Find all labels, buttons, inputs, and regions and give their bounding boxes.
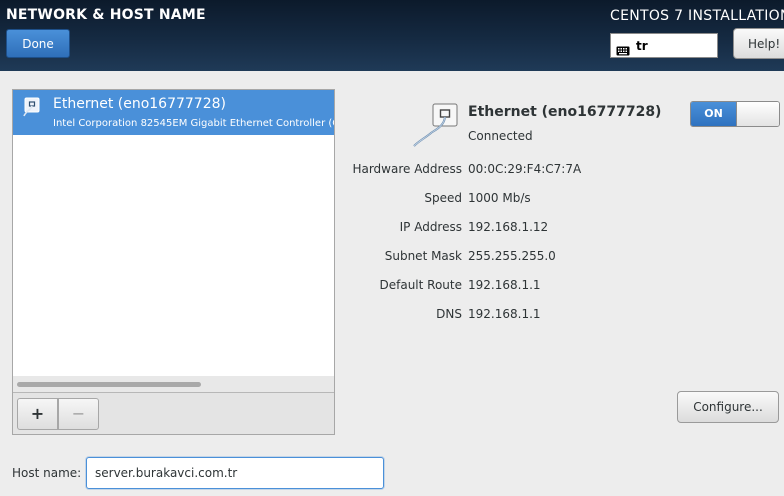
hardware-address-label: Hardware Address: [352, 162, 462, 176]
done-button[interactable]: Done: [6, 29, 70, 58]
add-device-button[interactable]: +: [17, 398, 58, 430]
remove-device-button[interactable]: −: [58, 398, 99, 430]
ip-address-value: 192.168.1.12: [468, 220, 549, 234]
device-list-panel: Ethernet (eno16777728) Intel Corporation…: [12, 89, 335, 435]
header-bar: NETWORK & HOST NAME Done CENTOS 7 INSTAL…: [0, 0, 784, 71]
device-list-item[interactable]: Ethernet (eno16777728) Intel Corporation…: [13, 90, 334, 135]
product-title: CENTOS 7 INSTALLATION: [610, 8, 784, 24]
default-route-value: 192.168.1.1: [468, 278, 541, 292]
keyboard-icon: [616, 41, 630, 55]
hostname-input[interactable]: [86, 457, 384, 489]
subnet-mask-label: Subnet Mask: [384, 249, 462, 263]
keyboard-layout-indicator[interactable]: tr: [610, 33, 718, 58]
dns-value: 192.168.1.1: [468, 307, 541, 321]
device-list-toolbar: + −: [13, 392, 334, 434]
ethernet-icon: [413, 103, 463, 147]
scrollbar-thumb[interactable]: [17, 382, 201, 387]
speed-label: Speed: [424, 191, 462, 205]
toggle-knob[interactable]: [736, 102, 779, 126]
device-name: Ethernet (eno16777728): [468, 104, 662, 120]
speed-value: 1000 Mb/s: [468, 191, 531, 205]
device-item-name: Ethernet (eno16777728): [53, 96, 226, 112]
device-item-description: Intel Corporation 82545EM Gigabit Ethern…: [53, 118, 334, 129]
horizontal-scrollbar[interactable]: [13, 376, 334, 392]
connection-status: Connected: [468, 129, 533, 143]
page-title: NETWORK & HOST NAME: [6, 7, 206, 23]
ip-address-label: IP Address: [399, 220, 462, 234]
hostname-label: Host name:: [12, 466, 82, 480]
ethernet-icon: [22, 97, 42, 117]
default-route-label: Default Route: [379, 278, 463, 292]
device-toggle-switch[interactable]: ON: [690, 101, 780, 127]
subnet-mask-value: 255.255.255.0: [468, 249, 556, 263]
configure-button[interactable]: Configure...: [677, 391, 779, 423]
help-button[interactable]: Help!: [733, 28, 784, 59]
toggle-on-label: ON: [691, 102, 736, 126]
dns-label: DNS: [436, 307, 462, 321]
keyboard-layout-label: tr: [636, 38, 648, 53]
hardware-address-value: 00:0C:29:F4:C7:7A: [468, 162, 582, 176]
